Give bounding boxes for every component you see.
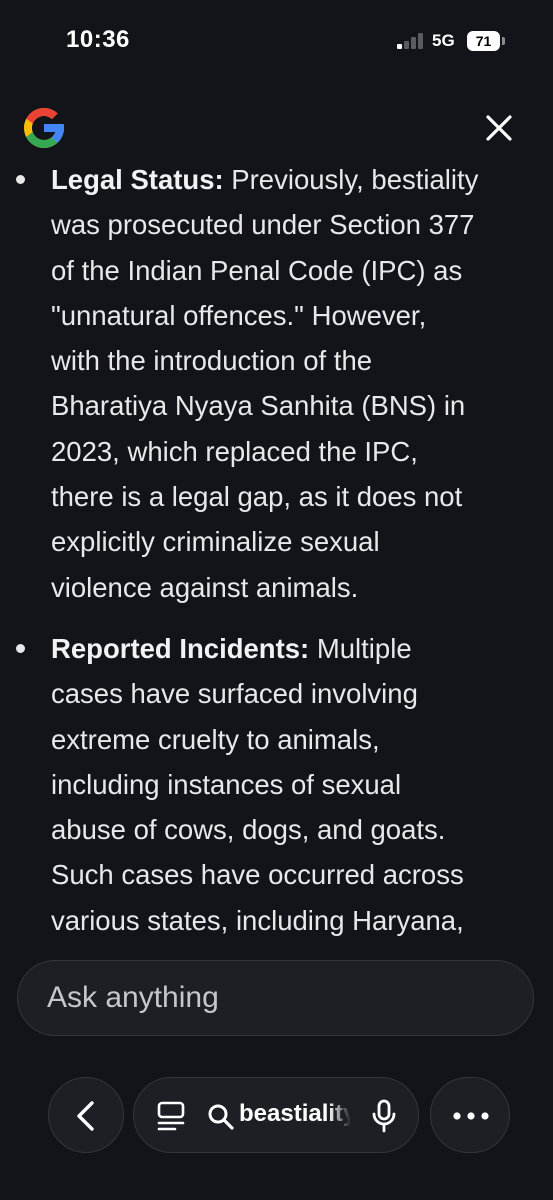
text-line: extreme cruelty to animals, [51,723,380,755]
item-lead: Legal Status: [51,164,224,195]
search-icon [208,1104,234,1130]
text-line: various states, including Haryana, [51,904,464,936]
status-time: 10:36 [66,26,130,53]
text-line: of the Indian Penal Code (IPC) as [51,254,463,286]
text-line: explicitly criminalize sexual [51,526,380,558]
text-line: violence against animals. [51,571,359,603]
answer-content: Legal Status: Previously, bestiality was… [0,150,553,940]
close-button[interactable] [478,107,520,149]
status-bar: 10:36 5G 71 [0,0,553,84]
text-line: was prosecuted under Section 377 [51,209,475,241]
list-item-text: Legal Status: Previously, bestiality was… [51,157,521,610]
more-options-button[interactable] [430,1077,510,1153]
back-button[interactable] [48,1077,124,1153]
ask-placeholder: Ask anything [47,981,219,1014]
text-line: there is a legal gap, as it does not [51,481,463,513]
text-line: Bharatiya Nyaya Sanhita (BNS) in [51,390,466,422]
close-icon [486,115,512,141]
battery-icon: 71 [467,31,500,51]
text-line: Such cases have occurred across [51,859,464,891]
list-item-text: Reported Incidents: Multiple cases have … [51,626,521,940]
text-line: with the introduction of the [51,345,373,377]
text-line: including instances of sexual [51,768,402,800]
more-horizontal-icon [453,1112,489,1120]
bullet-dot [16,175,25,184]
network-type: 5G [432,31,455,50]
text-line: cases have surfaced involving [51,678,418,710]
text-line: "unnatural offences." However, [51,299,427,331]
google-g-icon [20,104,68,152]
text-line: 2023, which replaced the IPC, [51,435,418,467]
battery-level: 71 [475,33,492,49]
search-query-pill[interactable]: beastiality [133,1077,419,1153]
bullet-dot [16,644,25,653]
text-lines-icon[interactable] [154,1100,188,1132]
text-line: Reported Incidents: Multiple [51,633,412,664]
ask-input[interactable]: Ask anything [17,960,534,1036]
item-lead: Reported Incidents: [51,633,310,664]
text-line: abuse of cows, dogs, and goats. [51,814,446,846]
battery-cap [502,37,505,45]
text-line: Legal Status: Previously, bestiality [51,164,479,195]
chevron-left-icon [77,1101,94,1131]
mic-icon[interactable] [369,1098,399,1134]
search-query[interactable]: beastiality [239,1100,351,1128]
screen: 10:36 5G 71 Legal Status: Previously, be… [0,0,553,1200]
cellular-signal-icon [397,33,427,49]
